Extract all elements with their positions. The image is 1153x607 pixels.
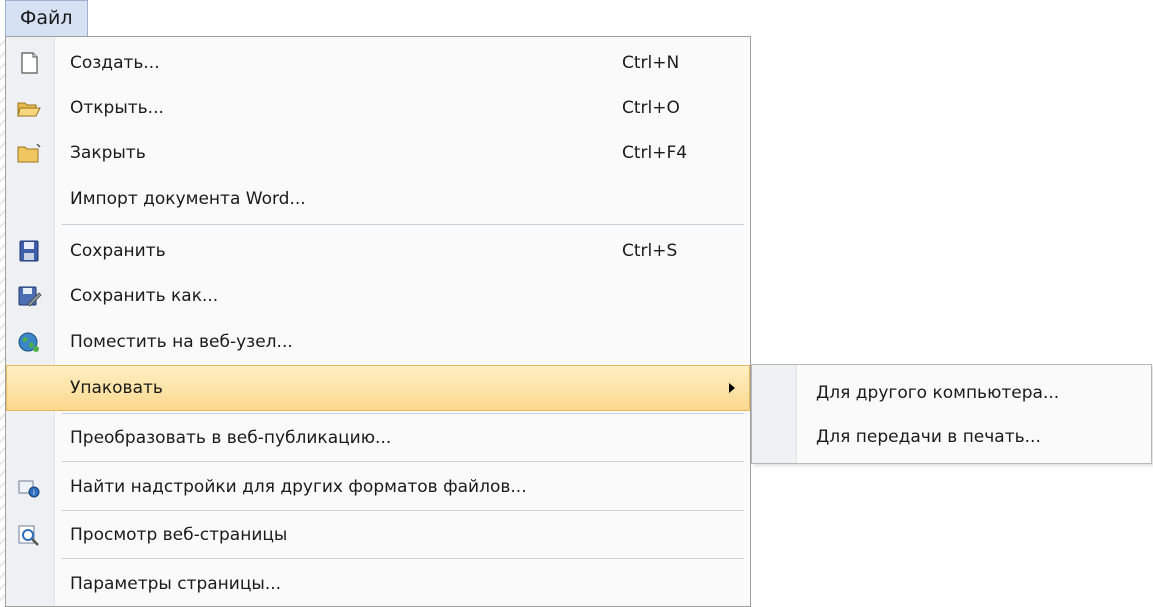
globe-icon [18,332,39,352]
find-addins-icon: i [18,480,40,497]
menu-item-convert-web[interactable]: Преобразовать в веб-публикацию... [6,416,750,460]
menu-item-close-label: Закрыть [70,143,146,163]
pack-submenu: Для другого компьютера... Для передачи в… [751,364,1152,464]
svg-text:i: i [33,489,35,497]
menu-item-save-as-label: Сохранить как... [70,286,219,306]
submenu-item-other-computer[interactable]: Для другого компьютера... [752,371,1151,415]
menu-separator [62,558,744,559]
menu-item-publish-web-label: Поместить на веб-узел... [70,332,293,352]
menu-separator [62,413,744,414]
menu-item-open-shortcut: Ctrl+O [622,97,680,118]
menu-item-web-preview-label: Просмотр веб-страницы [70,525,288,545]
menu-item-page-setup-label: Параметры страницы... [70,573,282,594]
menu-item-new-shortcut: Ctrl+N [622,53,680,73]
menu-item-find-addins[interactable]: i Найти надстройки для других форматов ф… [6,464,750,509]
submenu-item-print-transfer-label: Для передачи в печать... [816,427,1041,447]
submenu-arrow-icon [729,383,735,393]
menu-item-publish-web[interactable]: Поместить на веб-узел... [6,319,750,365]
menu-separator [62,510,744,511]
menu-item-import-word-label: Импорт документа Word... [70,189,306,209]
menu-item-save-as[interactable]: Сохранить как... [6,273,750,319]
menu-item-save-shortcut: Ctrl+S [622,240,678,261]
menu-separator [62,224,744,225]
menu-item-save[interactable]: Сохранить Ctrl+S [6,228,750,273]
menu-item-close-shortcut: Ctrl+F4 [622,143,688,163]
menu-item-page-setup[interactable]: Параметры страницы... [6,561,750,606]
web-preview-icon [18,525,39,546]
menu-item-new-label: Создать... [70,53,160,73]
file-menu: Создать... Ctrl+N Открыть... Ctrl+O Закр… [5,36,751,607]
menu-item-save-label: Сохранить [70,240,166,261]
menu-separator [62,461,744,462]
menu-file-label: Файл [20,7,73,29]
submenu-item-print-transfer[interactable]: Для передачи в печать... [752,415,1151,459]
menu-item-web-preview[interactable]: Просмотр веб-страницы [6,512,750,558]
submenu-item-other-computer-label: Для другого компьютера... [816,383,1060,403]
menu-item-open[interactable]: Открыть... Ctrl+O [6,85,750,130]
close-folder-icon [17,143,41,163]
open-folder-icon [17,102,41,116]
menu-item-open-label: Открыть... [70,97,164,118]
menu-item-import-word[interactable]: Импорт документа Word... [6,176,750,222]
menu-item-find-addins-label: Найти надстройки для других форматов фай… [70,476,527,497]
menu-item-pack-label: Упаковать [70,378,163,398]
menu-item-convert-web-label: Преобразовать в веб-публикацию... [70,428,392,448]
save-icon [19,240,39,261]
menu-item-pack[interactable]: Упаковать [6,365,750,411]
menu-file[interactable]: Файл [5,0,88,36]
menu-item-close[interactable]: Закрыть Ctrl+F4 [6,130,750,176]
new-document-icon [21,52,38,74]
menu-item-new[interactable]: Создать... Ctrl+N [6,41,750,85]
save-as-icon [18,286,42,307]
